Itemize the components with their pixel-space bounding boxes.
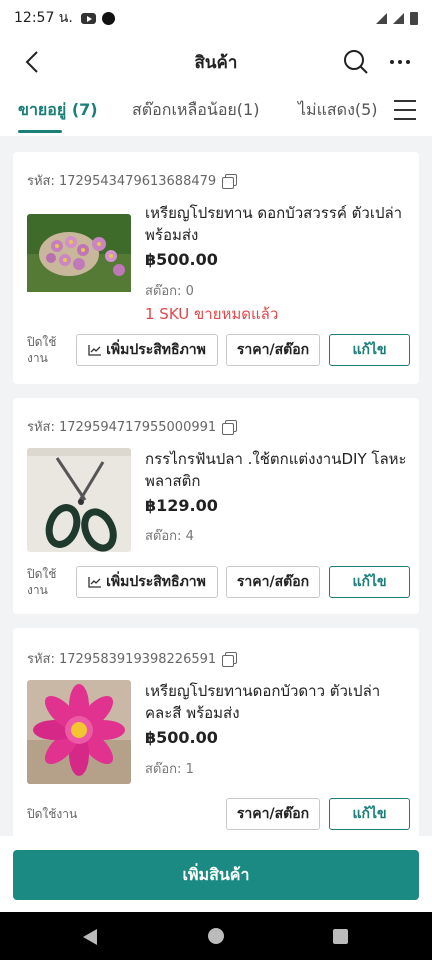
tab-label: ขายอยู่ (7) <box>18 100 98 119</box>
disable-toggle[interactable]: ปิดใช้งาน <box>27 334 67 366</box>
nav-home-icon[interactable] <box>208 928 224 944</box>
app-header: สินค้า <box>0 36 432 88</box>
product-code-text: รหัส: 1729543479613688479 <box>27 174 217 189</box>
product-stock: สต๊อก: 4 <box>145 529 194 544</box>
product-code: รหัส: 1729543479613688479 <box>27 170 238 191</box>
boost-label: เพิ่มประสิทธิภาพ <box>106 574 206 590</box>
search-icon[interactable] <box>342 48 370 76</box>
product-card[interactable]: รหัส: 1729594717955000991 กรรไกรฟันปลา .… <box>13 398 419 614</box>
price-stock-button[interactable]: ราคา/สต๊อก <box>226 334 320 366</box>
edit-button[interactable]: แก้ไข <box>329 334 410 366</box>
product-price: ฿500.00 <box>145 728 218 747</box>
tab-selling[interactable]: ขายอยู่ (7) <box>18 98 98 133</box>
more-options-icon[interactable] <box>384 48 416 76</box>
signal-icon <box>376 12 387 24</box>
product-image[interactable] <box>27 214 131 318</box>
notification-dot-icon <box>101 11 115 25</box>
nav-back-icon[interactable] <box>83 929 97 945</box>
bottom-action-bar: เพิ่มสินค้า <box>0 836 432 912</box>
boost-button[interactable]: เพิ่มประสิทธิภาพ <box>76 334 218 366</box>
product-card[interactable]: รหัส: 1729543479613688479 เหรียญโปรยทาน … <box>13 152 419 384</box>
product-stock: สต๊อก: 0 <box>145 284 194 299</box>
tab-hidden[interactable]: ไม่แสดง(5) <box>298 98 378 123</box>
signal-icon <box>393 12 404 24</box>
tab-active-indicator <box>18 130 62 133</box>
copy-icon[interactable] <box>222 651 238 667</box>
status-time: 12:57 น. <box>14 10 73 26</box>
product-price: ฿129.00 <box>145 496 218 515</box>
status-indicators <box>376 11 418 25</box>
nav-recent-apps-icon[interactable] <box>333 929 348 944</box>
copy-icon[interactable] <box>222 419 238 435</box>
back-icon[interactable] <box>18 48 46 76</box>
product-name[interactable]: เหรียญโปรยทาน ดอกบัวสวรรค์ ตัวเปล่า พร้อ… <box>145 202 407 246</box>
soldout-warning: 1 SKU ขายหมดแล้ว <box>145 305 279 323</box>
product-price: ฿500.00 <box>145 250 218 269</box>
disable-toggle[interactable]: ปิดใช้งาน <box>27 806 107 822</box>
status-bar: 12:57 น. <box>0 0 432 36</box>
tab-menu-icon[interactable] <box>394 100 416 120</box>
disable-toggle[interactable]: ปิดใช้งาน <box>27 566 67 598</box>
boost-button[interactable]: เพิ่มประสิทธิภาพ <box>76 566 218 598</box>
copy-icon[interactable] <box>222 173 238 189</box>
edit-button[interactable]: แก้ไข <box>329 798 410 830</box>
tab-label: สต๊อกเหลือน้อย(1) <box>132 100 260 119</box>
product-card[interactable]: รหัส: 1729583919398226591 เหรียญโปรยทานด… <box>13 628 419 840</box>
add-product-button[interactable]: เพิ่มสินค้า <box>13 850 419 900</box>
battery-icon <box>410 11 418 25</box>
tab-label: ไม่แสดง(5) <box>298 100 378 119</box>
chart-icon <box>88 577 102 588</box>
product-code-text: รหัส: 1729594717955000991 <box>27 420 217 435</box>
price-stock-button[interactable]: ราคา/สต๊อก <box>226 566 320 598</box>
product-code-text: รหัส: 1729583919398226591 <box>27 652 217 667</box>
price-stock-button[interactable]: ราคา/สต๊อก <box>226 798 320 830</box>
product-image[interactable] <box>27 680 131 784</box>
product-image[interactable] <box>27 448 131 552</box>
boost-label: เพิ่มประสิทธิภาพ <box>106 342 206 358</box>
product-name[interactable]: เหรียญโปรยทานดอกบัวดาว ตัวเปล่า คละสี พร… <box>145 680 407 724</box>
product-tabs: ขายอยู่ (7) สต๊อกเหลือน้อย(1) ไม่แสดง(5) <box>0 88 432 136</box>
product-code: รหัส: 1729583919398226591 <box>27 648 238 669</box>
product-stock: สต๊อก: 1 <box>145 762 194 777</box>
youtube-icon <box>80 12 96 24</box>
edit-button[interactable]: แก้ไข <box>329 566 410 598</box>
product-name[interactable]: กรรไกรฟันปลา .ใช้ตกแต่งงานDIY โลหะ พลาสต… <box>145 448 407 492</box>
chart-icon <box>88 345 102 356</box>
tab-low-stock[interactable]: สต๊อกเหลือน้อย(1) <box>132 98 259 123</box>
product-code: รหัส: 1729594717955000991 <box>27 416 238 437</box>
system-nav-bar <box>0 912 432 960</box>
